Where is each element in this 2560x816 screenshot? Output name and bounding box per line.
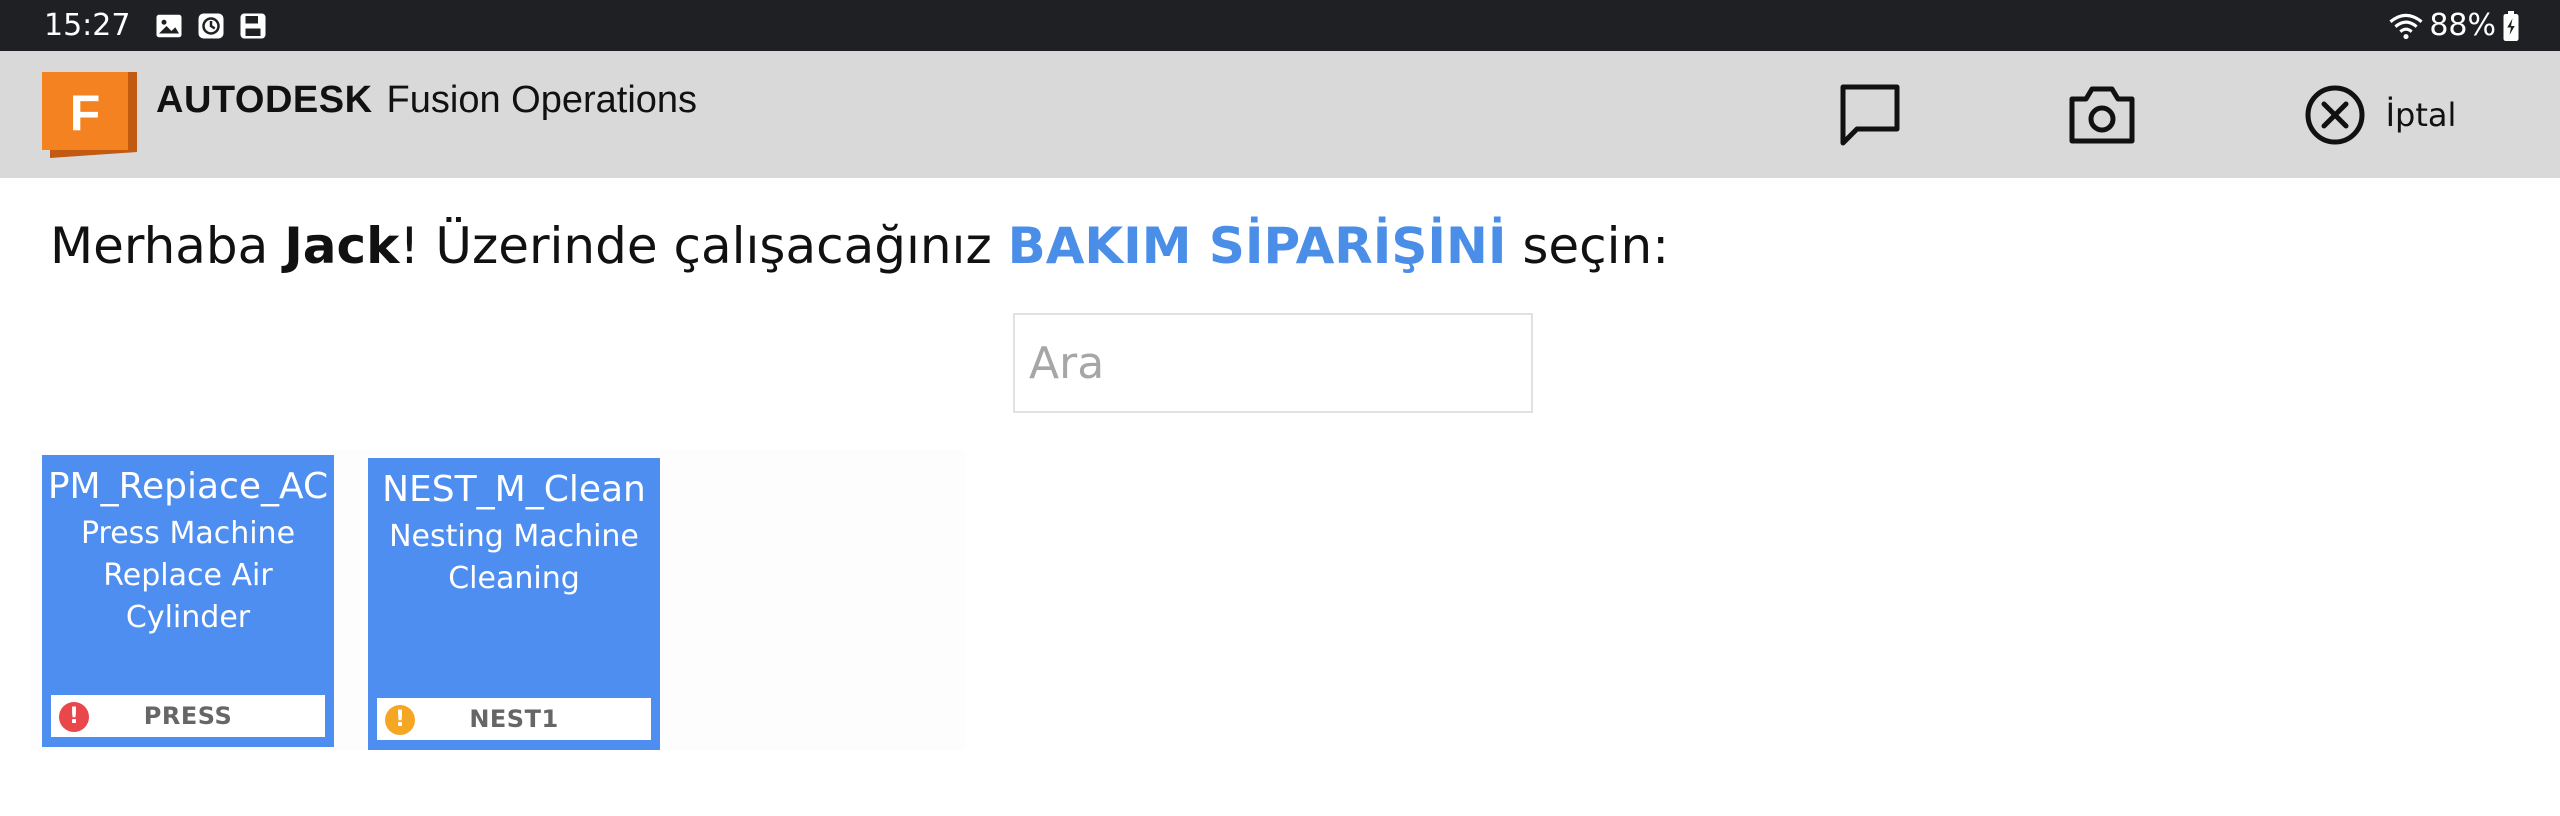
order-location: NEST1 bbox=[469, 705, 559, 733]
greeting-highlight: BAKIM SİPARİŞİNİ bbox=[1007, 217, 1507, 275]
brand-main: AUTODESK bbox=[156, 79, 373, 121]
greeting-suffix: seçin: bbox=[1506, 217, 1670, 275]
order-footer: ! NEST1 bbox=[377, 698, 651, 740]
brand-sub: Fusion Operations bbox=[386, 79, 698, 121]
order-footer: ! PRESS bbox=[51, 695, 325, 737]
status-bar: 15:27 88% bbox=[0, 0, 2560, 51]
search-input[interactable] bbox=[1013, 313, 1533, 413]
chat-icon bbox=[1840, 84, 1900, 146]
order-description: Nesting Machine Cleaning bbox=[389, 519, 639, 596]
image-icon bbox=[156, 14, 182, 38]
greeting-middle: ! Üzerinde çalışacağınız bbox=[399, 217, 1008, 275]
battery-percent: 88% bbox=[2429, 8, 2496, 43]
clock-icon bbox=[198, 13, 224, 39]
order-code: NEST_M_Clean bbox=[382, 469, 646, 510]
user-name: Jack bbox=[284, 217, 400, 275]
status-right: 88% bbox=[2389, 8, 2520, 44]
order-code: PM_Repiace_AC bbox=[47, 466, 329, 507]
camera-button[interactable] bbox=[2064, 75, 2140, 155]
fusion-logo-icon: F bbox=[42, 72, 137, 158]
warning-icon: ! bbox=[385, 705, 415, 735]
page-greeting: Merhaba Jack! Üzerinde çalışacağınız BAK… bbox=[50, 214, 1669, 278]
status-time: 15:27 bbox=[44, 8, 131, 43]
order-description: Press Machine Replace Air Cylinder bbox=[80, 516, 296, 635]
brand-title: AUTODESK Fusion Operations bbox=[156, 79, 697, 122]
cancel-button[interactable]: İptal bbox=[2300, 75, 2460, 155]
order-location: PRESS bbox=[143, 702, 233, 730]
camera-icon bbox=[2069, 86, 2135, 144]
save-icon bbox=[240, 13, 266, 39]
cancel-label: İptal bbox=[2385, 96, 2457, 134]
wifi-icon bbox=[2389, 13, 2423, 40]
chat-button[interactable] bbox=[1832, 75, 1908, 155]
status-notification-icons bbox=[154, 11, 268, 41]
logo-letter: F bbox=[70, 85, 101, 141]
error-icon: ! bbox=[59, 702, 89, 732]
greeting-prefix: Merhaba bbox=[50, 217, 285, 275]
battery-icon bbox=[2503, 11, 2519, 41]
close-circle-icon bbox=[2305, 85, 2365, 145]
order-card[interactable]: NEST_M_Clean Nesting Machine Cleaning ! … bbox=[368, 458, 660, 750]
order-card[interactable]: PM_Repiace_AC Press Machine Replace Air … bbox=[42, 455, 334, 747]
app-header: F AUTODESK Fusion Operations İptal bbox=[0, 51, 2560, 178]
